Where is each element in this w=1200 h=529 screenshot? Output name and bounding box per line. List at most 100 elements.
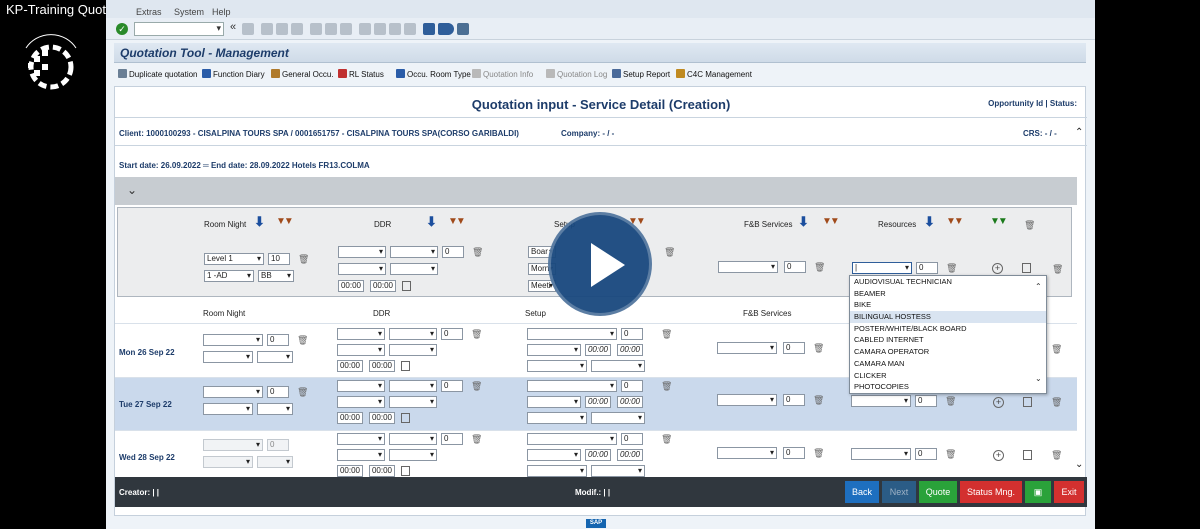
setup-select-4[interactable] [591, 465, 645, 477]
status-mng-button[interactable]: Status Mng. [960, 481, 1022, 503]
setup-to-input[interactable]: 00:00 [617, 449, 643, 461]
help-icon[interactable] [442, 23, 454, 35]
copy-icon[interactable] [401, 413, 410, 423]
setup-select-4[interactable] [591, 412, 645, 424]
copy-icon[interactable] [1022, 263, 1031, 273]
ddr-select-4[interactable] [389, 449, 437, 461]
time-to-input[interactable]: 00:00 [369, 412, 395, 424]
dropdown-option[interactable]: CAMARA MAN [850, 358, 1046, 370]
ddr-qty-input[interactable]: 0 [441, 380, 463, 392]
room-qty-input[interactable]: 0 [267, 334, 289, 346]
apply-all-icon[interactable]: ▼▼ [822, 216, 840, 228]
trash-icon[interactable]: 🗑 [1052, 264, 1063, 274]
copy-icon[interactable] [401, 361, 410, 371]
menu-system[interactable]: System [174, 7, 204, 17]
trash-icon[interactable]: 🗑 [945, 449, 956, 459]
room-type-select[interactable] [203, 351, 253, 363]
setup-to-input[interactable]: 00:00 [617, 344, 643, 356]
ddr-select-2[interactable] [390, 246, 438, 258]
setup-select-3[interactable] [527, 465, 587, 477]
trash-icon[interactable]: 🗑 [471, 329, 482, 339]
board-select[interactable] [257, 351, 293, 363]
time-to-input[interactable]: 00:00 [369, 360, 395, 372]
exit-button[interactable]: Exit [1054, 481, 1084, 503]
ddr-select-2[interactable] [389, 328, 437, 340]
dropdown-option[interactable]: CLICKER [850, 370, 1046, 382]
setup-select-3[interactable] [527, 412, 587, 424]
ddr-select-1[interactable] [337, 328, 385, 340]
setup-select[interactable] [527, 433, 617, 445]
setup-select-2[interactable] [527, 344, 581, 356]
first-page-icon[interactable] [359, 23, 371, 35]
fb-qty-input[interactable]: 0 [783, 342, 805, 354]
layout-menu-icon[interactable] [457, 23, 469, 35]
time-from-input[interactable]: 00:00 [338, 280, 364, 292]
last-page-icon[interactable] [404, 23, 416, 35]
room-select[interactable] [203, 334, 263, 346]
trash-icon[interactable]: 🗑 [1051, 450, 1062, 460]
setup-select-2[interactable] [527, 449, 581, 461]
ddr-select-4[interactable] [390, 263, 438, 275]
trash-icon[interactable]: 🗑 [946, 263, 957, 273]
dropdown-option[interactable]: CAMARA OPERATOR [850, 346, 1046, 358]
setup-select[interactable] [527, 328, 617, 340]
dropdown-option[interactable]: CABLED INTERNET [850, 334, 1046, 346]
trash-icon[interactable]: 🗑 [661, 381, 672, 391]
next-page-icon[interactable] [389, 23, 401, 35]
apply-all-icon[interactable]: ▼▼ [946, 216, 964, 228]
setup-select-2[interactable] [527, 396, 581, 408]
trash-icon[interactable]: 🗑 [1051, 344, 1062, 354]
trash-icon[interactable]: 🗑 [1024, 220, 1035, 230]
fb-qty-input[interactable]: 0 [784, 261, 806, 273]
trash-icon[interactable]: 🗑 [813, 448, 824, 458]
resources-qty-input[interactable]: 0 [915, 448, 937, 460]
ddr-select-1[interactable] [337, 433, 385, 445]
ddr-select-1[interactable] [338, 246, 386, 258]
trash-icon[interactable]: 🗑 [471, 381, 482, 391]
function-diary-button[interactable]: Function Diary [202, 69, 265, 79]
setup-to-input[interactable]: 00:00 [617, 396, 643, 408]
cancel-icon[interactable] [291, 23, 303, 35]
duplicate-quotation-button[interactable]: Duplicate quotation [118, 69, 198, 79]
room-type-select[interactable] [203, 403, 253, 415]
resources-select[interactable] [851, 395, 911, 407]
apply-down-arrow-icon[interactable]: ⬇ [798, 215, 809, 228]
copy-icon[interactable] [401, 466, 410, 476]
add-icon[interactable]: + [992, 263, 1003, 274]
ddr-select-2[interactable] [389, 433, 437, 445]
trash-icon[interactable]: 🗑 [813, 343, 824, 353]
trash-icon[interactable]: 🗑 [471, 434, 482, 444]
ddr-select-3[interactable] [338, 263, 386, 275]
fb-qty-input[interactable]: 0 [783, 447, 805, 459]
trash-icon[interactable]: 🗑 [472, 247, 483, 257]
new-session-icon[interactable] [423, 23, 435, 35]
setup-from-input[interactable]: 00:00 [585, 344, 611, 356]
dropdown-scrollbar[interactable]: ⌃ ⌄ [1035, 276, 1044, 393]
dropdown-option[interactable]: POSTER/WHITE/BLACK BOARD [850, 323, 1046, 335]
collapse-arrow-icon[interactable]: « [230, 21, 236, 33]
chevron-up-icon[interactable]: ⌃ [1035, 282, 1042, 291]
occu-room-type-button[interactable]: Occu. Room Type [396, 69, 471, 79]
time-from-input[interactable]: 00:00 [337, 412, 363, 424]
trash-icon[interactable]: 🗑 [1051, 397, 1062, 407]
apply-all-icon[interactable]: ▼▼ [448, 216, 466, 228]
resources-dropdown-list[interactable]: AUDIOVISUAL TECHNICIAN BEAMER BIKE BILIN… [849, 275, 1047, 394]
scroll-down-icon[interactable]: ⌄ [1075, 459, 1083, 470]
command-field[interactable] [134, 22, 224, 36]
setup-select[interactable] [527, 380, 617, 392]
find-icon[interactable] [325, 23, 337, 35]
ddr-select-2[interactable] [389, 380, 437, 392]
menu-help[interactable]: Help [212, 7, 231, 17]
apply-down-arrow-icon[interactable]: ⬇ [426, 215, 437, 228]
ddr-select-3[interactable] [337, 396, 385, 408]
time-to-input[interactable]: 00:00 [369, 465, 395, 477]
resources-qty-input[interactable]: 0 [916, 262, 938, 274]
quote-button[interactable]: Quote [919, 481, 957, 503]
video-play-button[interactable] [548, 212, 652, 316]
resources-select[interactable] [851, 448, 911, 460]
level-select[interactable]: Level 1 [204, 253, 264, 265]
add-icon[interactable]: + [993, 397, 1004, 408]
general-occu-button[interactable]: General Occu. [271, 69, 334, 79]
time-to-input[interactable]: 00:00 [370, 280, 396, 292]
menu-extras[interactable]: Extras [136, 7, 162, 17]
